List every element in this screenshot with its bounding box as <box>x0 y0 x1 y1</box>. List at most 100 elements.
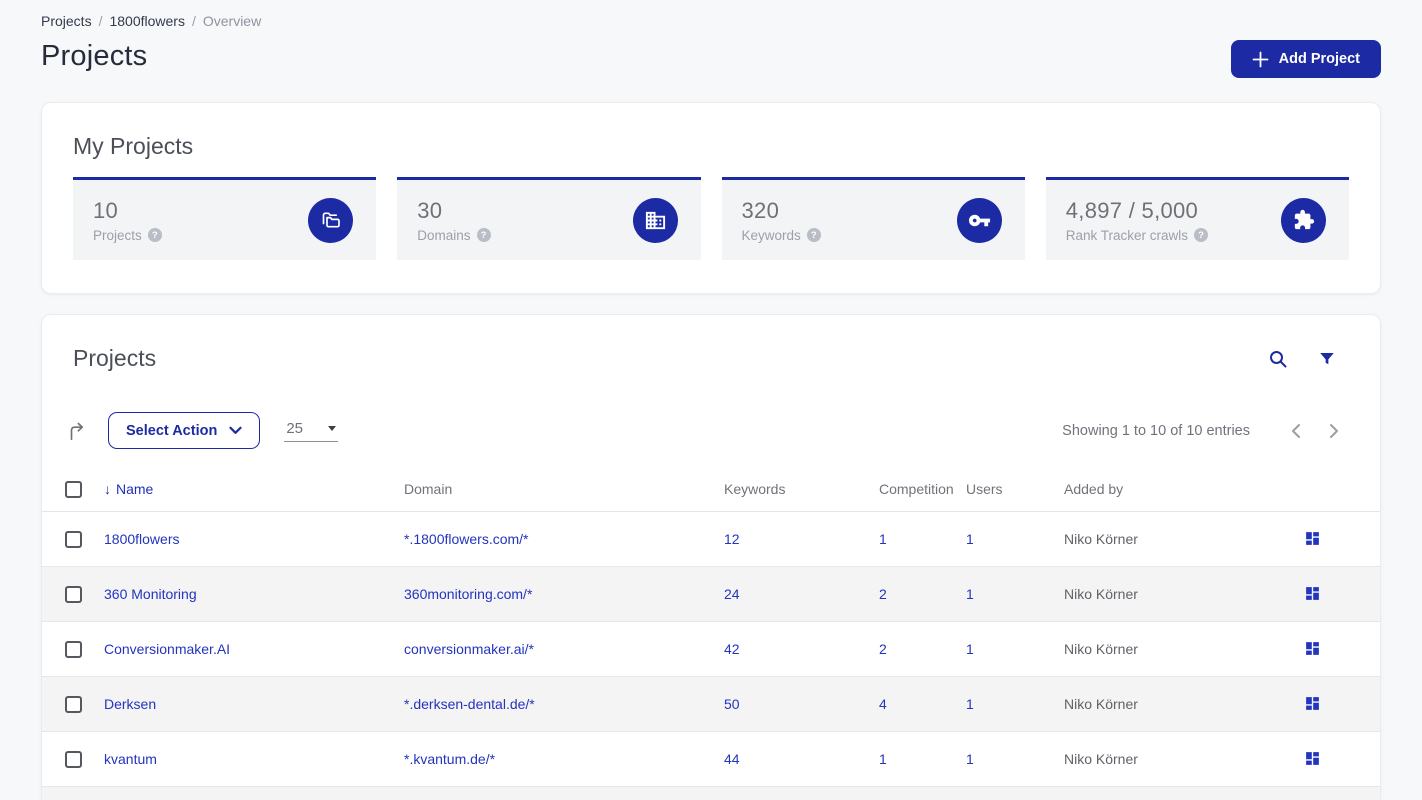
row-checkbox[interactable] <box>64 585 82 603</box>
select-action-dropdown[interactable]: Select Action <box>108 412 261 449</box>
keywords-count-label: Keywords <box>741 227 801 243</box>
users-count-link[interactable]: 1 <box>966 751 974 767</box>
projects-table-panel: Projects Select Action 25 Showing 1 to 1… <box>41 314 1381 800</box>
users-count-link[interactable]: 1 <box>966 531 974 547</box>
projects-table: ↓ Name Domain Keywords Competition Users … <box>42 472 1380 800</box>
select-all-checkbox[interactable] <box>64 480 82 498</box>
table-toolbar: Select Action 25 Showing 1 to 10 of 10 e… <box>42 412 1380 449</box>
key-icon <box>956 197 1002 243</box>
row-checkbox[interactable] <box>64 640 82 658</box>
showing-entries-text: Showing 1 to 10 of 10 entries <box>1062 422 1250 439</box>
breadcrumb-projects[interactable]: Projects <box>41 13 92 29</box>
project-domain-link[interactable]: *.derksen-dental.de/* <box>404 696 535 712</box>
filter-icon[interactable] <box>1318 350 1336 368</box>
keywords-count: 320 <box>741 197 780 223</box>
added-by-text: Niko Körner <box>1064 695 1138 712</box>
export-arrow-icon[interactable] <box>66 420 88 442</box>
help-icon[interactable]: ? <box>147 228 162 242</box>
table-row: Conversionmaker.AI conversionmaker.ai/* … <box>42 621 1380 677</box>
table-row: Derksen *.derksen-dental.de/* 50 4 1 Nik… <box>42 676 1380 732</box>
plus-icon <box>1252 51 1269 68</box>
stat-card-crawls: 4,897 / 5,000 Rank Tracker crawls ? <box>1045 177 1349 260</box>
projects-count: 10 <box>93 197 119 223</box>
table-header-row: ↓ Name Domain Keywords Competition Users … <box>42 472 1380 512</box>
title-row: Projects Add Project <box>41 40 1381 78</box>
previous-page-icon[interactable] <box>1290 423 1302 439</box>
project-name-link[interactable]: 1800flowers <box>104 531 180 547</box>
table-row-partial <box>42 786 1380 800</box>
page-size-value: 25 <box>286 419 304 437</box>
competition-count-link[interactable]: 1 <box>879 531 887 547</box>
column-header-keywords[interactable]: Keywords <box>724 472 879 512</box>
projects-panel-heading: Projects <box>73 345 157 371</box>
chevron-down-icon <box>229 426 242 435</box>
table-row: 1800flowers *.1800flowers.com/* 12 1 1 N… <box>42 511 1380 567</box>
next-page-icon[interactable] <box>1328 423 1340 439</box>
dashboard-icon[interactable] <box>1304 640 1321 657</box>
page-title: Projects <box>41 40 148 72</box>
my-projects-panel: My Projects 10 Projects ? 30 Domains ? 3… <box>41 102 1381 294</box>
crawls-count-label: Rank Tracker crawls <box>1065 227 1189 243</box>
stat-card-projects: 10 Projects ? <box>73 177 377 260</box>
column-header-users[interactable]: Users <box>966 472 1064 512</box>
stat-card-domains: 30 Domains ? <box>397 177 701 260</box>
project-name-link[interactable]: kvantum <box>104 751 157 767</box>
users-count-link[interactable]: 1 <box>966 641 974 657</box>
breadcrumb-overview: Overview <box>202 13 262 29</box>
keywords-count-link[interactable]: 42 <box>724 641 740 657</box>
added-by-text: Niko Körner <box>1064 750 1138 767</box>
table-body: 1800flowers *.1800flowers.com/* 12 1 1 N… <box>42 511 1380 800</box>
breadcrumb-1800flowers[interactable]: 1800flowers <box>109 13 185 29</box>
breadcrumb: Projects / 1800flowers / Overview <box>41 0 1381 29</box>
keywords-count-link[interactable]: 24 <box>724 586 740 602</box>
help-icon[interactable]: ? <box>476 228 491 242</box>
dashboard-icon[interactable] <box>1304 585 1321 602</box>
added-by-text: Niko Körner <box>1064 530 1138 547</box>
page: Projects / 1800flowers / Overview Projec… <box>0 0 1422 800</box>
building-icon <box>632 197 678 243</box>
project-domain-link[interactable]: 360monitoring.com/* <box>404 586 532 602</box>
project-domain-link[interactable]: *.kvantum.de/* <box>404 751 495 767</box>
dashboard-icon[interactable] <box>1304 695 1321 712</box>
added-by-text: Niko Körner <box>1064 640 1138 657</box>
search-icon[interactable] <box>1268 349 1288 369</box>
my-projects-heading: My Projects <box>73 133 194 159</box>
users-count-link[interactable]: 1 <box>966 696 974 712</box>
help-icon[interactable]: ? <box>1194 228 1209 242</box>
project-name-link[interactable]: 360 Monitoring <box>104 586 197 602</box>
crawls-count: 4,897 / 5,000 <box>1065 197 1199 223</box>
row-checkbox[interactable] <box>64 530 82 548</box>
column-header-name[interactable]: ↓ Name <box>104 472 404 512</box>
competition-count-link[interactable]: 4 <box>879 696 887 712</box>
competition-count-link[interactable]: 1 <box>879 751 887 767</box>
dashboard-icon[interactable] <box>1304 530 1321 547</box>
projects-folders-icon <box>308 197 354 243</box>
caret-down-icon <box>328 425 337 431</box>
keywords-count-link[interactable]: 50 <box>724 696 740 712</box>
added-by-text: Niko Körner <box>1064 585 1138 602</box>
column-header-domain[interactable]: Domain <box>404 472 724 512</box>
project-name-link[interactable]: Conversionmaker.AI <box>104 641 230 657</box>
project-domain-link[interactable]: *.1800flowers.com/* <box>404 531 529 547</box>
dashboard-icon[interactable] <box>1304 750 1321 767</box>
project-name-link[interactable]: Derksen <box>104 696 156 712</box>
keywords-count-link[interactable]: 12 <box>724 531 740 547</box>
stat-card-keywords: 320 Keywords ? <box>721 177 1025 260</box>
column-header-competition[interactable]: Competition <box>879 472 966 512</box>
sort-descending-icon: ↓ <box>104 480 111 497</box>
select-action-label: Select Action <box>126 422 218 439</box>
help-icon[interactable]: ? <box>806 228 821 242</box>
row-checkbox[interactable] <box>64 695 82 713</box>
users-count-link[interactable]: 1 <box>966 586 974 602</box>
page-size-select[interactable]: 25 <box>284 419 339 442</box>
keywords-count-link[interactable]: 44 <box>724 751 740 767</box>
add-project-button[interactable]: Add Project <box>1230 40 1381 78</box>
domains-count-label: Domains <box>417 227 471 243</box>
competition-count-link[interactable]: 2 <box>879 586 887 602</box>
row-checkbox[interactable] <box>64 750 82 768</box>
breadcrumb-separator: / <box>98 13 103 29</box>
stat-cards: 10 Projects ? 30 Domains ? 320 Keywords … <box>73 177 1349 260</box>
competition-count-link[interactable]: 2 <box>879 641 887 657</box>
column-header-added-by[interactable]: Added by <box>1064 472 1264 512</box>
project-domain-link[interactable]: conversionmaker.ai/* <box>404 641 534 657</box>
